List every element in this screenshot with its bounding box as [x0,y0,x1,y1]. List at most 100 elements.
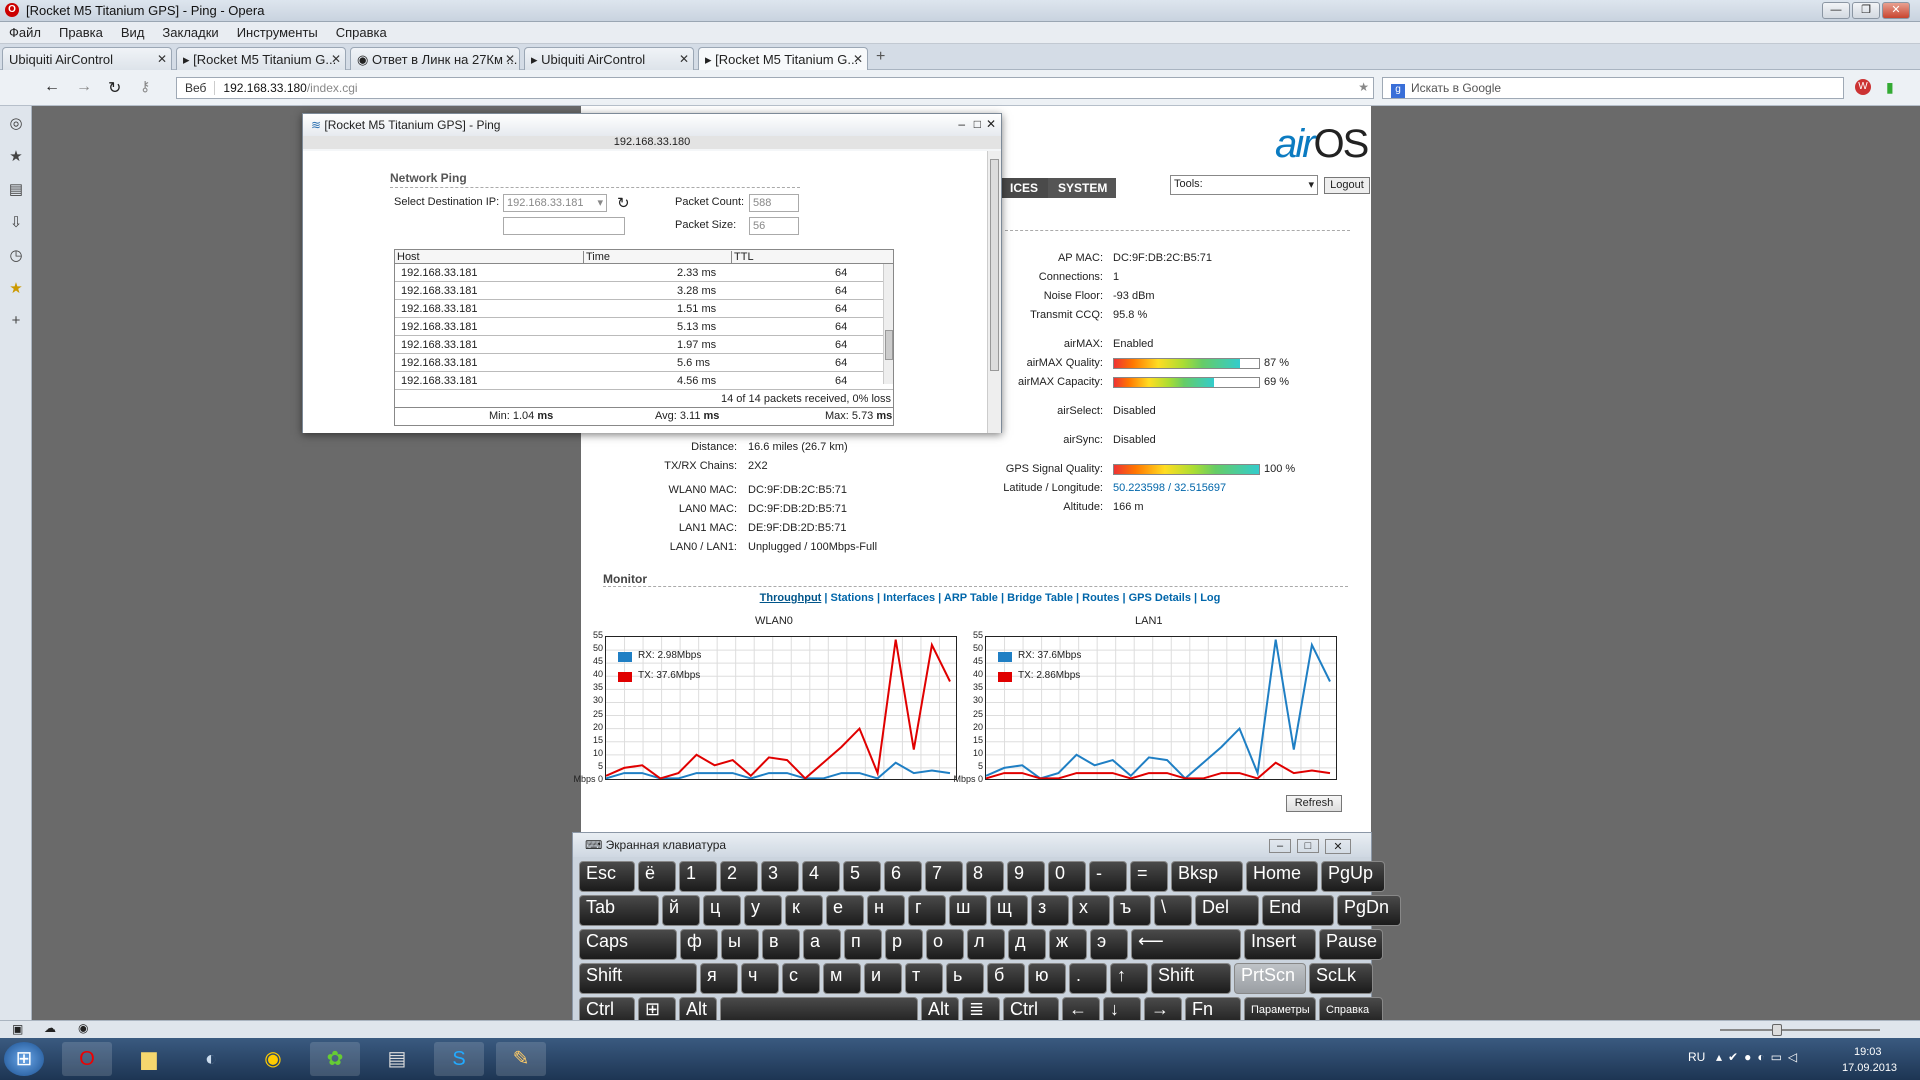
wot-icon[interactable]: W [1855,79,1871,95]
key[interactable]: ⟵ [1131,929,1241,960]
clock-date[interactable]: 17.09.2013 [1842,1062,1897,1074]
language-indicator[interactable]: RU [1688,1050,1705,1064]
zoom-slider[interactable] [1720,1024,1880,1036]
key[interactable]: End [1262,895,1334,926]
key[interactable]: я [700,963,738,994]
start-button-icon[interactable]: ⊞ [4,1042,44,1076]
tab-aircontrol-1[interactable]: Ubiquiti AirControl ✕ [2,47,172,70]
url-field[interactable]: Веб 192.168.33.180/index.cgi ★ [176,77,1374,99]
panel-toggle-icon[interactable]: ▣ [12,1022,23,1036]
key[interactable]: ScLk [1309,963,1373,994]
tab-services[interactable]: ICES [1000,178,1049,198]
link-bridge[interactable]: Bridge Table [1007,592,1073,604]
key[interactable]: ж [1049,929,1087,960]
key[interactable]: а [803,929,841,960]
key[interactable]: ч [741,963,779,994]
dialog-scrollbar[interactable] [987,151,1001,433]
turbo-icon[interactable]: ◉ [78,1021,88,1035]
tab-rocket-1[interactable]: ▸ [Rocket M5 Titanium G... ✕ [176,47,346,70]
key[interactable]: д [1008,929,1046,960]
cloud-icon[interactable]: ☁ [44,1021,56,1035]
key[interactable]: н [867,895,905,926]
close-tab-icon[interactable]: ✕ [853,52,863,66]
key[interactable]: 7 [925,861,963,892]
menu-help[interactable]: Справка [327,22,396,43]
close-tab-icon[interactable]: ✕ [331,52,341,66]
packet-count-input[interactable]: 588 [749,194,799,212]
key[interactable]: Esc [579,861,635,892]
key[interactable]: ф [680,929,718,960]
key[interactable]: щ [990,895,1028,926]
menu-view[interactable]: Вид [112,22,154,43]
key[interactable]: ↑ [1110,963,1148,994]
key[interactable]: Tab [579,895,659,926]
history-icon[interactable]: ◷ [5,246,27,268]
key[interactable]: и [864,963,902,994]
key[interactable]: PrtScn [1234,963,1306,994]
key[interactable]: 9 [1007,861,1045,892]
custom-ip-input[interactable] [503,217,625,235]
key[interactable]: Bksp [1171,861,1243,892]
close-icon[interactable]: ✕ [1325,839,1351,854]
key[interactable]: 2 [720,861,758,892]
tab-aircontrol-2[interactable]: ▸ Ubiquiti AirControl ✕ [524,47,694,70]
paint-task-icon[interactable]: ✎ [496,1042,546,1076]
key[interactable]: т [905,963,943,994]
icq-task-icon[interactable]: ✿ [310,1042,360,1076]
key[interactable]: . [1069,963,1107,994]
minimize-button[interactable]: — [1822,2,1850,19]
key[interactable]: п [844,929,882,960]
refresh-button[interactable]: Refresh [1286,795,1342,812]
link-log[interactable]: Log [1200,592,1220,604]
tab-system[interactable]: SYSTEM [1048,178,1116,198]
back-icon[interactable]: ← [44,78,60,96]
key[interactable]: м [823,963,861,994]
menu-bookmarks[interactable]: Закладки [153,22,227,43]
new-tab-icon[interactable]: + [876,48,885,66]
key[interactable]: Pause [1319,929,1383,960]
downloads-icon[interactable]: ⇩ [5,213,27,235]
opera-task-icon[interactable]: O [62,1042,112,1076]
key[interactable]: - [1089,861,1127,892]
minimize-icon[interactable]: – [1269,839,1291,853]
close-tab-icon[interactable]: ✕ [505,52,515,66]
dest-ip-select[interactable]: 192.168.33.181 ▾ [503,194,607,212]
key[interactable]: к [785,895,823,926]
key[interactable]: ц [703,895,741,926]
link-arp[interactable]: ARP Table [944,592,998,604]
link-routes[interactable]: Routes [1082,592,1119,604]
scroll-thumb[interactable] [885,330,893,360]
key[interactable]: 4 [802,861,840,892]
forward-icon[interactable]: → [76,78,92,96]
zoom-thumb[interactable] [1772,1024,1782,1036]
tab-rocket-active[interactable]: ▸ [Rocket M5 Titanium G... ✕ [698,47,868,70]
key[interactable]: в [762,929,800,960]
key[interactable]: 5 [843,861,881,892]
maximize-button[interactable]: ❐ [1852,2,1880,19]
close-tab-icon[interactable]: ✕ [679,52,689,66]
key[interactable]: г [908,895,946,926]
key[interactable]: PgUp [1321,861,1385,892]
key[interactable]: 0 [1048,861,1086,892]
menu-edit[interactable]: Правка [50,22,112,43]
status-value[interactable]: 50.223598 / 32.515697 [1113,482,1226,494]
menu-tools[interactable]: Инструменты [228,22,327,43]
app-task-icon[interactable]: ◐ [186,1042,236,1076]
key[interactable]: Home [1246,861,1318,892]
key[interactable]: 6 [884,861,922,892]
key[interactable]: ь [946,963,984,994]
search-field[interactable]: g Искать в Google [1382,77,1844,99]
key[interactable]: с [782,963,820,994]
link-throughput[interactable]: Throughput [760,592,822,604]
menu-file[interactable]: Файл [0,22,50,43]
table-scrollbar[interactable] [883,264,893,384]
key[interactable]: Caps [579,929,677,960]
close-tab-icon[interactable]: ✕ [157,52,167,66]
skype-task-icon[interactable]: S [434,1042,484,1076]
key[interactable]: Shift [1151,963,1231,994]
key[interactable]: PgDn [1337,895,1401,926]
maximize-icon[interactable]: □ [1297,839,1319,853]
key[interactable]: ю [1028,963,1066,994]
clock-time[interactable]: 19:03 [1854,1046,1882,1058]
chrome-task-icon[interactable]: ◉ [248,1042,298,1076]
